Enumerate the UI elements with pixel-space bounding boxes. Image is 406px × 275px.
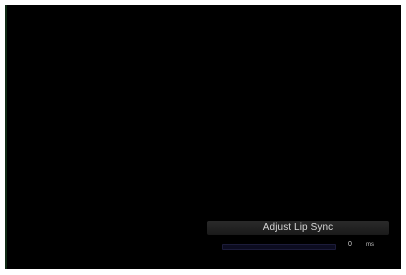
lip-sync-control-row: 0 ms bbox=[207, 239, 389, 251]
screen-edge bbox=[5, 5, 7, 269]
lip-sync-unit: ms bbox=[366, 242, 374, 248]
lip-sync-slider[interactable] bbox=[222, 244, 336, 250]
lip-sync-osd: Adjust Lip Sync 0 ms bbox=[207, 221, 389, 255]
osd-title: Adjust Lip Sync bbox=[262, 222, 334, 233]
lip-sync-value: 0 bbox=[348, 241, 352, 248]
video-screen: Adjust Lip Sync 0 ms bbox=[5, 5, 401, 269]
